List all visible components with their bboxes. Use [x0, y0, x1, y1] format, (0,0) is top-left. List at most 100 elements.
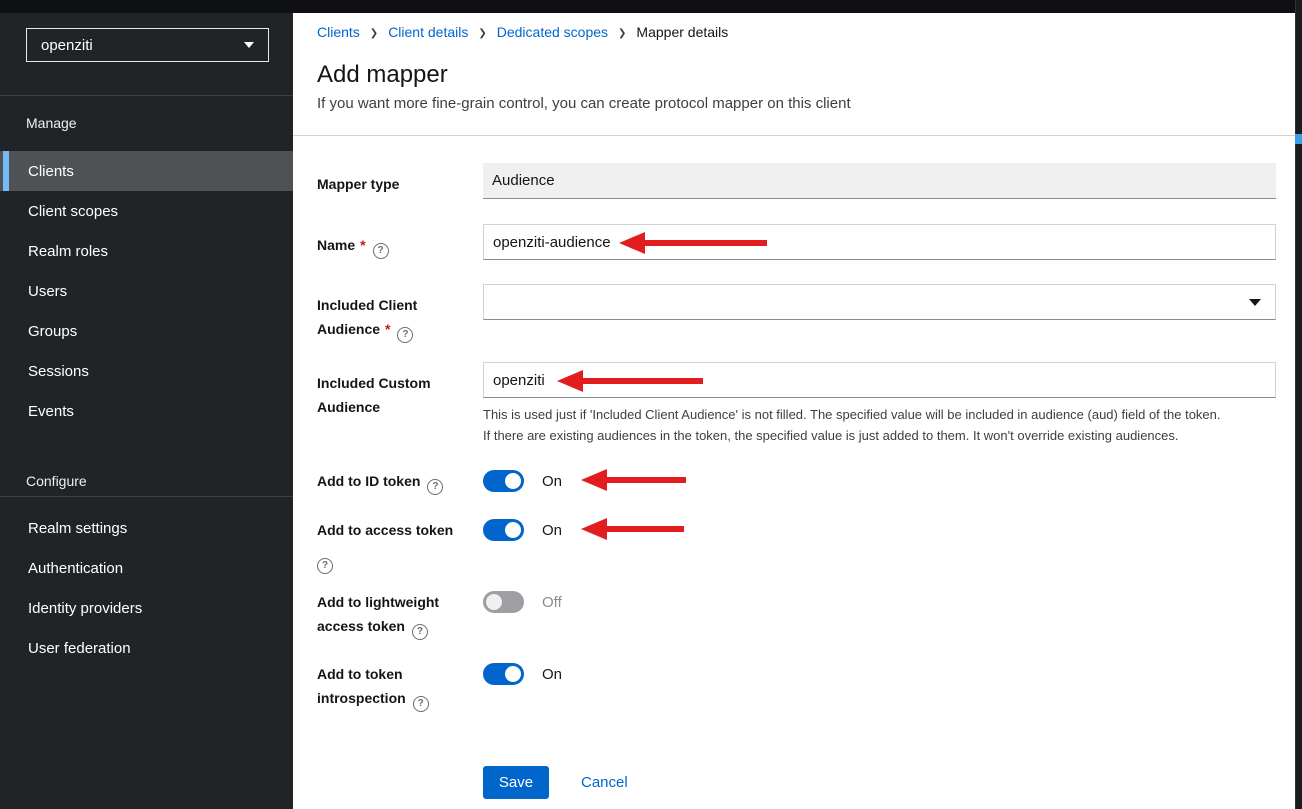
sidebar-item-label: Identity providers: [28, 600, 142, 617]
help-icon[interactable]: ?: [427, 479, 443, 495]
annotation-arrow-custom-audience: [557, 370, 703, 392]
sidebar-item-label: Users: [28, 283, 67, 300]
breadcrumb-dedicated-scopes[interactable]: Dedicated scopes: [497, 24, 608, 40]
toggle-state-label: On: [542, 473, 562, 490]
add-to-token-introspection-toggle[interactable]: [483, 663, 524, 685]
sidebar-item-events[interactable]: Events: [0, 391, 293, 431]
sidebar-item-label: Sessions: [28, 363, 89, 380]
sidebar-item-label: Realm settings: [28, 520, 127, 537]
name-input[interactable]: [483, 224, 1276, 260]
toggle-state-label: Off: [542, 594, 562, 611]
sidebar-item-realm-settings[interactable]: Realm settings: [0, 508, 293, 548]
help-icon[interactable]: ?: [373, 243, 389, 259]
chevron-right-icon: ❯: [370, 28, 378, 39]
keycloak-admin-page: openziti Manage Clients Client scopes Re…: [0, 0, 1302, 809]
required-asterisk: *: [385, 321, 390, 337]
scrollbar-marker: [1295, 134, 1302, 144]
masthead-strip: [0, 0, 1302, 13]
add-to-lightweight-access-token-toggle[interactable]: [483, 591, 524, 613]
breadcrumb: Clients ❯ Client details ❯ Dedicated sco…: [317, 24, 728, 40]
add-to-lightweight-access-token-row: Off: [483, 591, 562, 613]
sidebar-item-label: User federation: [28, 640, 131, 657]
add-to-id-token-toggle[interactable]: [483, 470, 524, 492]
arrow-shaft: [606, 477, 686, 483]
cancel-button[interactable]: Cancel: [581, 774, 628, 791]
help-icon[interactable]: ?: [317, 558, 333, 574]
sidebar-item-label: Realm roles: [28, 243, 108, 260]
breadcrumb-client-details[interactable]: Client details: [388, 24, 468, 40]
toggle-knob: [505, 666, 521, 682]
add-to-access-token-label: Add to access token ?: [317, 518, 487, 574]
add-to-access-token-row: On: [483, 519, 562, 541]
help-icon[interactable]: ?: [397, 327, 413, 343]
name-field: [483, 224, 1276, 260]
toggle-knob: [486, 594, 502, 610]
sidebar-item-realm-roles[interactable]: Realm roles: [0, 231, 293, 271]
nav-section-manage: Manage: [26, 115, 77, 131]
name-label: Name*?: [317, 233, 487, 259]
nav-section-configure: Configure: [26, 473, 87, 489]
included-custom-audience-label: Included Custom Audience: [317, 371, 487, 419]
help-icon[interactable]: ?: [412, 624, 428, 640]
arrow-head-icon: [581, 469, 607, 491]
sidebar: openziti Manage Clients Client scopes Re…: [0, 13, 293, 809]
toggle-state-label: On: [542, 666, 562, 683]
mapper-type-label: Mapper type: [317, 172, 487, 196]
mapper-type-field: Audience: [483, 163, 1276, 199]
custom-audience-help-text: This is used just if 'Included Client Au…: [483, 404, 1221, 446]
arrow-head-icon: [619, 232, 645, 254]
sidebar-divider: [0, 95, 293, 96]
breadcrumb-mapper-details: Mapper details: [636, 24, 728, 40]
arrow-shaft: [644, 240, 767, 246]
sidebar-item-groups[interactable]: Groups: [0, 311, 293, 351]
arrow-head-icon: [557, 370, 583, 392]
sidebar-item-client-scopes[interactable]: Client scopes: [0, 191, 293, 231]
add-to-token-introspection-row: On: [483, 663, 562, 685]
page-subtitle: If you want more fine-grain control, you…: [317, 95, 851, 112]
arrow-shaft: [582, 378, 703, 384]
included-client-audience-select[interactable]: [483, 284, 1276, 320]
save-button[interactable]: Save: [483, 766, 549, 799]
add-to-token-introspection-label: Add to token introspection?: [317, 662, 487, 712]
annotation-arrow-id-token: [581, 469, 686, 491]
sidebar-item-clients[interactable]: Clients: [0, 151, 293, 191]
realm-name: openziti: [41, 37, 93, 54]
add-to-id-token-row: On: [483, 470, 562, 492]
header-divider: [293, 135, 1295, 136]
sidebar-divider: [0, 496, 293, 497]
sidebar-item-label: Authentication: [28, 560, 123, 577]
sidebar-item-sessions[interactable]: Sessions: [0, 351, 293, 391]
arrow-shaft: [606, 526, 684, 532]
sidebar-item-label: Groups: [28, 323, 77, 340]
chevron-down-icon: [244, 42, 254, 48]
required-asterisk: *: [360, 237, 365, 253]
help-icon[interactable]: ?: [413, 696, 429, 712]
add-to-id-token-label: Add to ID token?: [317, 469, 487, 495]
mapper-type-value: Audience: [483, 163, 1276, 199]
arrow-head-icon: [581, 518, 607, 540]
toggle-knob: [505, 522, 521, 538]
toggle-knob: [505, 473, 521, 489]
sidebar-item-user-federation[interactable]: User federation: [0, 628, 293, 668]
sidebar-item-identity-providers[interactable]: Identity providers: [0, 588, 293, 628]
active-item-accent: [3, 151, 9, 191]
sidebar-item-label: Client scopes: [28, 203, 118, 220]
breadcrumb-clients[interactable]: Clients: [317, 24, 360, 40]
chevron-right-icon: ❯: [478, 28, 486, 39]
chevron-right-icon: ❯: [618, 28, 626, 39]
included-client-audience-field: [483, 284, 1276, 320]
chevron-down-icon: [1249, 299, 1261, 306]
sidebar-item-label: Clients: [28, 163, 74, 180]
annotation-arrow-name: [619, 232, 767, 254]
sidebar-item-authentication[interactable]: Authentication: [0, 548, 293, 588]
included-client-audience-label: Included Client Audience*?: [317, 293, 487, 343]
sidebar-item-users[interactable]: Users: [0, 271, 293, 311]
add-to-lightweight-access-token-label: Add to lightweight access token?: [317, 590, 487, 640]
page-title: Add mapper: [317, 61, 448, 89]
annotation-arrow-access-token: [581, 518, 684, 540]
sidebar-item-label: Events: [28, 403, 74, 420]
add-to-access-token-toggle[interactable]: [483, 519, 524, 541]
toggle-state-label: On: [542, 522, 562, 539]
realm-selector-dropdown[interactable]: openziti: [26, 28, 269, 62]
vertical-scrollbar[interactable]: [1295, 0, 1302, 809]
